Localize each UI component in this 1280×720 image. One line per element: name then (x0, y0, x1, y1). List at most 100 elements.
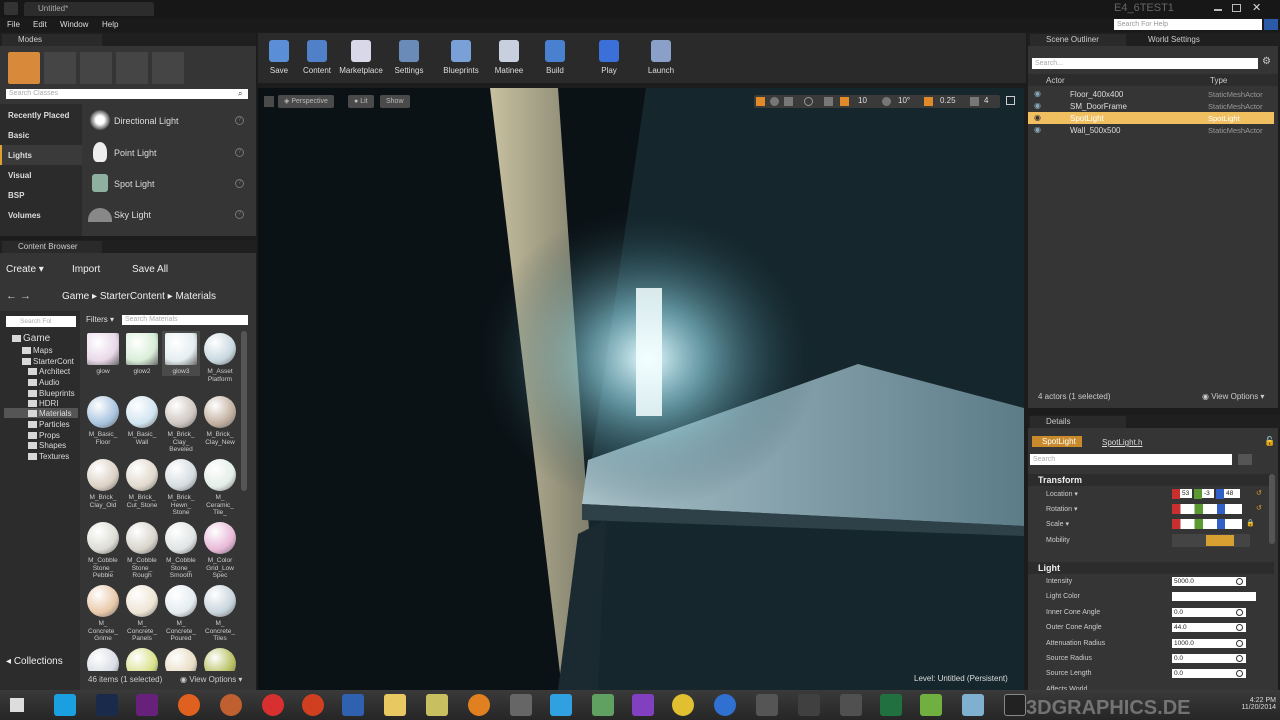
foliage-mode-icon[interactable] (116, 52, 148, 84)
help-icon[interactable]: ? (235, 210, 244, 219)
tree-item-blueprints[interactable]: Blueprints (28, 389, 75, 398)
editor-icon[interactable] (342, 694, 364, 716)
menu-file[interactable]: File (7, 20, 20, 29)
paint-mode-icon[interactable] (44, 52, 76, 84)
app-icon[interactable] (840, 694, 862, 716)
help-icon[interactable]: ? (235, 179, 244, 188)
asset-tile[interactable]: M_Color Grid_Low Spec (201, 520, 239, 580)
tree-item-audio[interactable]: Audio (28, 378, 59, 387)
show-button[interactable]: Show (380, 95, 410, 108)
asset-tile[interactable] (201, 646, 239, 671)
unreal-editor-icon[interactable] (1004, 694, 1026, 716)
surface-snap-icon[interactable] (824, 97, 833, 106)
rotate-icon[interactable] (770, 97, 779, 106)
asset-tile[interactable]: glow2 (123, 331, 161, 376)
forward-icon[interactable]: → (20, 290, 31, 302)
asset-scrollbar[interactable] (241, 331, 247, 491)
type-column-header[interactable]: Type (1210, 76, 1227, 85)
tree-item-architecture[interactable]: Architect (28, 367, 70, 376)
reset-icon[interactable] (1236, 655, 1243, 662)
property-value-field[interactable]: 5000.0 (1172, 577, 1246, 586)
viewport[interactable]: ◈ Perspective ● Lit Show 10 10° 0.25 4 L… (258, 88, 1024, 690)
grid-snap-icon[interactable] (840, 97, 849, 106)
tool-icon[interactable] (510, 694, 532, 716)
asset-tile[interactable]: M_Cobble Stone_ Rough (123, 520, 161, 580)
translate-icon[interactable] (756, 97, 765, 106)
transform-section-header[interactable]: Transform (1028, 474, 1274, 486)
menu-edit[interactable]: Edit (33, 20, 47, 29)
toolbar-button-marketplace[interactable]: Marketplace (338, 36, 384, 75)
lifesaver-icon[interactable] (262, 694, 284, 716)
scale-snap-icon[interactable] (924, 97, 933, 106)
outliner-row[interactable]: ◉ Wall_500x500 StaticMeshActor (1028, 124, 1274, 136)
toolbar-button-blueprints[interactable]: Blueprints (438, 36, 484, 75)
content-browser-tab[interactable]: Content Browser (2, 241, 102, 253)
category-basic[interactable]: Basic (8, 131, 29, 140)
steam-icon[interactable] (96, 694, 118, 716)
help-icon[interactable]: ? (235, 148, 244, 157)
tree-item-props[interactable]: Props (28, 431, 60, 440)
toolbar-button-launch[interactable]: Launch (638, 36, 684, 75)
maximize-icon[interactable] (1232, 4, 1241, 12)
toolbar-button-play[interactable]: Play (586, 36, 632, 75)
landscape-mode-icon[interactable] (80, 52, 112, 84)
level-tab[interactable]: Untitled* (24, 2, 154, 16)
rotation-snap-icon[interactable] (882, 97, 891, 106)
reset-rotation-icon[interactable]: ↺ (1256, 504, 1262, 512)
visibility-eye-icon[interactable]: ◉ (1034, 89, 1041, 98)
lock-icon[interactable]: 🔓 (1264, 436, 1275, 447)
help-icon[interactable]: ? (235, 116, 244, 125)
windows-start-icon[interactable] (10, 698, 24, 712)
notepad-icon[interactable] (426, 694, 448, 716)
details-scrollbar[interactable] (1269, 474, 1275, 544)
tree-item-textures[interactable]: Textures (28, 452, 69, 461)
mobility-toggle[interactable] (1172, 534, 1250, 547)
s-app-icon[interactable] (550, 694, 572, 716)
search-help-icon[interactable] (1264, 19, 1278, 30)
reset-icon[interactable] (1236, 578, 1243, 585)
camera-speed-icon[interactable] (970, 97, 979, 106)
asset-tile[interactable]: M_ Concrete_ Poured (162, 583, 200, 643)
search-classes-input[interactable]: Search Classes (6, 89, 248, 99)
scale-fields[interactable] (1172, 519, 1242, 529)
firefox-icon[interactable] (178, 694, 200, 716)
xn-app-icon[interactable] (632, 694, 654, 716)
location-x-field[interactable]: 53 (1180, 489, 1192, 498)
place-spot-light[interactable]: Spot Light ? (86, 169, 250, 199)
reset-icon[interactable] (1236, 639, 1243, 647)
scale-snap-value[interactable]: 0.25 (940, 96, 956, 105)
modes-tab[interactable]: Modes (2, 34, 102, 46)
shield-icon[interactable] (592, 694, 614, 716)
close-icon[interactable]: ✕ (1252, 1, 1261, 14)
asset-tile[interactable]: M_Cobble Stone_ Pebble (84, 520, 122, 580)
asset-tile[interactable]: glow (84, 331, 122, 376)
details-tab[interactable]: Details (1030, 416, 1126, 428)
asset-tile[interactable]: M_ Ceramic_ Tile_ (201, 457, 239, 517)
tree-item-maps[interactable]: Maps (22, 346, 53, 355)
blender-icon[interactable] (468, 694, 490, 716)
asset-tile[interactable]: M_Brick_ Cut_Stone (123, 457, 161, 509)
property-value-field[interactable]: 0.0 (1172, 654, 1246, 663)
location-y-field[interactable]: -3 (1202, 489, 1214, 498)
outliner-row[interactable]: ◉ SM_DoorFrame StaticMeshActor (1028, 100, 1274, 112)
lit-button[interactable]: ● Lit (348, 95, 374, 108)
minecraft-icon[interactable] (920, 694, 942, 716)
menu-help[interactable]: Help (102, 20, 118, 29)
geometry-mode-icon[interactable] (152, 52, 184, 84)
reset-icon[interactable] (1236, 608, 1243, 616)
asset-tile[interactable] (162, 646, 200, 671)
outliner-search-input[interactable]: Search... (1032, 58, 1258, 69)
asset-tile[interactable]: M_Cobble Stone_ Smooth (162, 520, 200, 580)
app-icon[interactable] (880, 694, 902, 716)
menu-window[interactable]: Window (60, 20, 88, 29)
asset-tile[interactable]: M_Brick_ Clay_ Beveled (162, 394, 200, 454)
asset-tile[interactable] (84, 646, 122, 671)
vivaldi-icon[interactable] (302, 694, 324, 716)
tree-item-materials[interactable]: Materials (28, 409, 71, 418)
location-label[interactable]: Location ▾ (1046, 490, 1078, 498)
breadcrumb-startercontent[interactable]: StarterContent (100, 291, 165, 302)
lock-scale-icon[interactable]: 🔒 (1246, 519, 1255, 527)
import-button[interactable]: Import (72, 264, 100, 275)
category-visual[interactable]: Visual (8, 171, 31, 180)
grid-snap-value[interactable]: 10 (858, 96, 867, 105)
